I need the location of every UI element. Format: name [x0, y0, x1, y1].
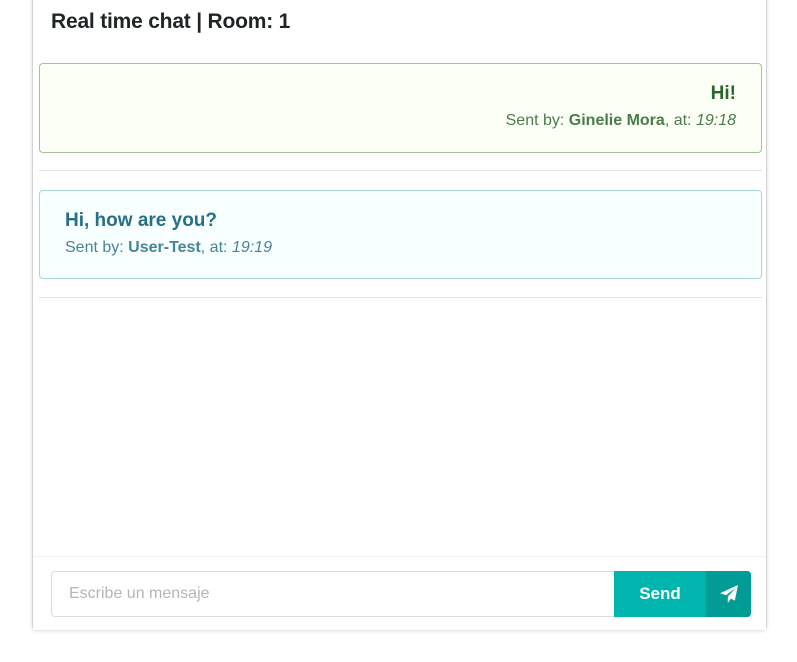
message-sender: Ginelie Mora [568, 112, 665, 129]
message-time: 19:19 [231, 239, 272, 256]
at-label: , at: [664, 112, 692, 129]
message-input[interactable] [51, 571, 614, 617]
chat-title: Real time chat | Room: 1 [51, 10, 291, 33]
message-composer: Send [33, 556, 766, 630]
send-button[interactable]: Send [614, 571, 751, 617]
message-sender: User-Test [128, 239, 201, 256]
sent-by-label: Sent by: [65, 239, 124, 256]
message-item-own: Hi! Sent by: Ginelie Mora, at: 19:18 [39, 63, 762, 153]
chat-panel: Real time chat | Room: 1 Hi! Sent by: Gi… [32, 0, 767, 630]
message-time: 19:18 [695, 112, 736, 129]
message-text: Hi, how are you? [65, 210, 218, 231]
message-divider [39, 297, 762, 298]
send-button-label: Send [639, 584, 681, 603]
message-text: Hi! [710, 83, 736, 104]
message-divider [39, 170, 762, 171]
composer-input-group: Send [51, 571, 751, 617]
message-meta: Sent by: Ginelie Mora, at: 19:18 [65, 111, 736, 131]
message-item-other: Hi, how are you? Sent by: User-Test, at:… [39, 190, 762, 279]
at-label: , at: [200, 239, 228, 256]
message-meta: Sent by: User-Test, at: 19:19 [65, 238, 736, 258]
paper-plane-icon [706, 571, 751, 617]
sent-by-label: Sent by: [505, 112, 565, 129]
